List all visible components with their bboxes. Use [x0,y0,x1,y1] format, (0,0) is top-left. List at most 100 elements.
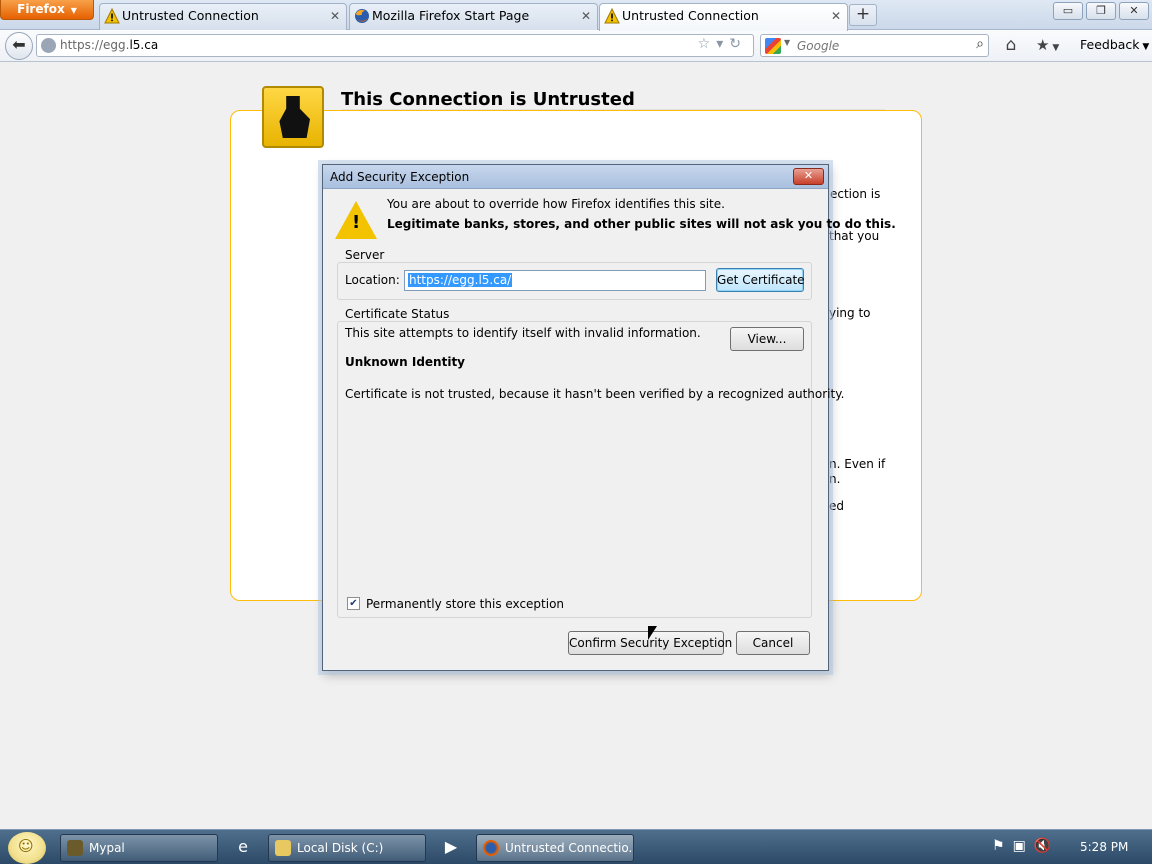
confirm-security-exception-button[interactable]: Confirm Security Exception [568,631,732,655]
error-title-divider [341,109,885,110]
restore-icon: ❐ [1096,4,1106,17]
start-icon: ☺ [18,837,34,855]
taskbar-item-label: Untrusted Connectio... [505,841,634,855]
clock[interactable]: 5:28 PM [1080,840,1128,854]
plus-icon: + [855,4,871,24]
cancel-button[interactable]: Cancel [736,631,810,655]
certificate-reason-text: Certificate is not trusted, because it h… [345,387,845,401]
error-text-fragment: ying to [829,306,871,320]
error-text-fragment: ed [829,499,844,513]
tab-untrusted-active[interactable]: Untrusted Connection ✕ [599,3,848,31]
firefox-menu-button[interactable]: Firefox ▼ [0,0,94,20]
url-text[interactable]: https://egg.l5.ca [60,35,158,56]
taskbar-item-firefox[interactable]: Untrusted Connectio... [476,834,634,862]
system-tray: ⚑▣🔇 [992,838,1059,854]
server-group-label: Server [343,248,387,262]
navigation-bar: ⬅ https://egg.l5.ca ☆▾↻ ▼ ⌕ ⌂ ★ ▼ Feedba… [0,30,1152,62]
chevron-down-icon: ▼ [1049,43,1060,53]
warning-icon [604,8,620,24]
url-host: l5.ca [129,38,159,52]
globe-icon [41,38,56,53]
close-icon: ✕ [803,169,814,182]
dialog-title: Add Security Exception [330,170,470,184]
permanent-store-label[interactable]: Permanently store this exception [366,597,564,611]
mouse-cursor-icon [648,626,657,640]
flag-icon[interactable]: ⚑ [992,838,1013,854]
back-arrow-icon: ⬅ [12,35,26,54]
dialog-titlebar[interactable]: Add Security Exception ✕ [323,165,828,189]
close-icon: ✕ [1129,4,1139,17]
taskbar-item-mypal[interactable]: Mypal [60,834,218,862]
search-icon[interactable]: ⌕ [976,36,984,52]
taskbar-item-local-disk[interactable]: Local Disk (C:) [268,834,426,862]
taskbar: ☺ Mypal e Local Disk (C:) ▶ Untrusted Co… [0,829,1152,864]
identity-heading: Unknown Identity [345,355,466,369]
minimize-button[interactable]: ▭ [1053,2,1083,20]
close-tab-icon[interactable]: ✕ [831,4,841,28]
firefox-icon [483,840,499,856]
certificate-status-text: This site attempts to identify itself wi… [345,326,701,340]
add-security-exception-dialog: Add Security Exception ✕ ! You are about… [322,164,896,671]
location-input[interactable]: https://egg.l5.ca/ [404,270,706,291]
home-icon: ⌂ [1005,35,1017,55]
tab-title: Mozilla Firefox Start Page [372,8,530,23]
certificate-status-label: Certificate Status [343,307,452,321]
dropdown-arrow-icon: ▼ [70,6,77,15]
reload-icon[interactable]: ↻ [729,36,747,52]
error-text-fragment: that you [829,229,880,243]
start-button[interactable]: ☺ [8,832,46,864]
search-input[interactable] [797,37,957,54]
taskbar-item-label: Mypal [89,841,125,855]
window-close-button[interactable]: ✕ [1119,2,1149,20]
get-certificate-button[interactable]: Get Certificate [716,268,805,292]
folder-icon [275,840,291,856]
checkmark-icon: ✔ [349,598,358,609]
dialog-close-button[interactable]: ✕ [793,168,824,185]
feedback-button[interactable]: Feedback ▼ [1080,36,1149,56]
google-icon[interactable] [765,38,781,54]
dialog-message: You are about to override how Firefox id… [387,197,725,211]
mypal-icon [67,840,83,856]
bookmarks-icon: ★ [1036,36,1050,54]
warning-icon [104,8,120,24]
url-bar[interactable]: https://egg.l5.ca ☆▾↻ [36,34,754,57]
feedback-label: Feedback [1080,37,1140,52]
back-button[interactable]: ⬅ [5,32,33,60]
chevron-down-icon: ▼ [1139,42,1150,52]
bookmark-star-icon[interactable]: ☆ [698,36,717,52]
home-button[interactable]: ⌂ [1000,35,1022,57]
permanent-store-checkbox[interactable]: ✔ [347,597,360,610]
tab-untrusted-1[interactable]: Untrusted Connection ✕ [99,3,347,30]
search-engine-dropdown-icon[interactable]: ▼ [784,38,790,47]
close-tab-icon[interactable]: ✕ [330,4,340,28]
tab-start-page[interactable]: Mozilla Firefox Start Page ✕ [349,3,598,30]
view-certificate-button[interactable]: View... [730,327,804,351]
tab-strip: Firefox ▼ Untrusted Connection ✕ Mozilla … [0,0,1152,31]
restore-button[interactable]: ❐ [1086,2,1116,20]
new-tab-button[interactable]: + [849,4,877,26]
minimize-icon: ▭ [1062,4,1074,17]
error-page-title: This Connection is Untrusted [341,89,635,110]
media-player-icon[interactable]: ▶ [440,836,462,858]
location-label: Location: [345,273,400,287]
taskbar-item-label: Local Disk (C:) [297,841,384,855]
warning-icon: ! [335,201,377,239]
error-text-fragment: ection is [830,187,881,201]
network-icon[interactable]: ▣ [1013,838,1034,854]
dialog-warning-message: Legitimate banks, stores, and other publ… [387,217,896,231]
bookmarks-button[interactable]: ★ ▼ [1036,36,1070,56]
search-bar[interactable]: ▼ ⌕ [760,34,989,57]
error-text-fragment: n. [829,472,841,486]
tab-title: Untrusted Connection [622,8,759,23]
history-dropdown-icon[interactable]: ▾ [716,36,729,52]
location-value: https://egg.l5.ca/ [408,273,513,287]
volume-muted-icon[interactable]: 🔇 [1034,838,1059,854]
tab-title: Untrusted Connection [122,8,259,23]
url-prefix: https://egg. [60,38,130,52]
error-text-fragment: n. Even if [829,457,886,471]
firefox-menu-label: Firefox [17,2,65,16]
security-officer-icon [262,86,324,148]
firefox-icon [355,9,369,23]
close-tab-icon[interactable]: ✕ [581,4,591,28]
internet-explorer-icon[interactable]: e [232,836,254,858]
